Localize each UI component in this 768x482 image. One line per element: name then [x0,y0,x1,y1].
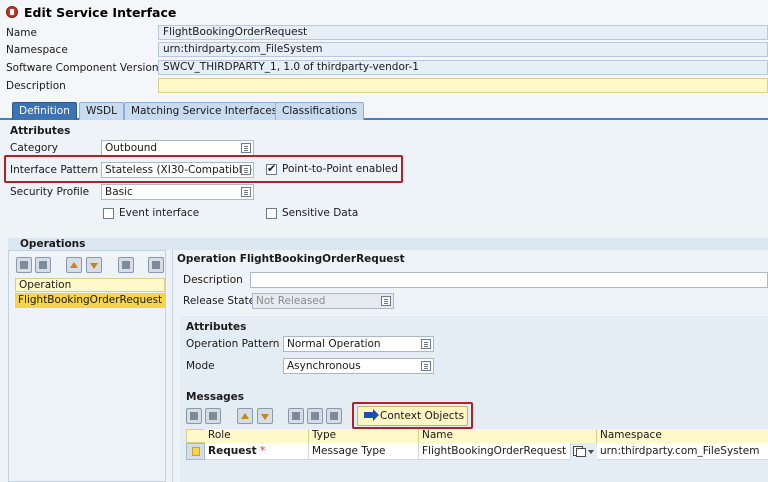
release-state-select: Not Released [252,293,394,309]
op-attributes-title: Attributes [186,321,247,333]
mode-select[interactable]: Asynchronous [283,358,434,374]
event-interface-checkbox[interactable] [103,208,114,219]
mode-value: Asynchronous [287,360,361,372]
cut-icon[interactable] [288,408,304,424]
release-state-value: Not Released [256,295,326,307]
move-up-icon[interactable] [66,257,82,273]
role-column-header[interactable]: Role [205,429,309,443]
value-help-icon[interactable] [241,187,251,197]
operation-column-header[interactable]: Operation [15,278,165,292]
required-marker: * [259,445,266,457]
message-type-cell[interactable]: Message Type [309,443,419,460]
category-label: Category [10,142,58,154]
name-field[interactable]: FlightBookingOrderRequest [158,25,768,40]
operation-row[interactable]: FlightBookingOrderRequest [15,293,165,308]
category-select[interactable]: Outbound [101,140,254,156]
name-label: Name [6,27,37,39]
security-profile-value: Basic [105,186,133,198]
move-down-icon[interactable] [86,257,102,273]
op-pattern-label: Operation Pattern [186,338,280,350]
operation-detail-title: Operation FlightBookingOrderRequest [177,253,405,265]
attributes-title: Attributes [10,125,71,137]
message-role-cell[interactable]: Request * [205,443,309,460]
value-help-icon [381,296,391,306]
operations-header [8,238,768,250]
copy-icon[interactable] [307,408,323,424]
operation-settings-icon[interactable] [148,257,164,273]
type-column-header[interactable]: Type [309,429,419,443]
op-description-label: Description [183,274,243,286]
tab-classifications[interactable]: Classifications [275,102,364,120]
delete-message-icon[interactable] [205,408,221,424]
context-objects-label: Context Objects [380,410,465,422]
value-help-icon[interactable] [241,165,251,175]
tab-strip: Definition WSDL Matching Service Interfa… [0,100,768,120]
message-role: Request [208,445,257,457]
namespace-label: Namespace [6,44,68,56]
tab-wsdl[interactable]: WSDL [79,102,124,120]
value-help-icon[interactable] [421,361,431,371]
release-state-label: Release State [183,295,256,307]
delete-row-icon[interactable] [35,257,51,273]
namespace-field[interactable]: urn:thirdparty.com_FileSystem [158,42,768,57]
p2p-label: Point-to-Point enabled [282,163,399,175]
op-description-field[interactable] [250,272,768,288]
operations-title: Operations [20,238,86,250]
description-field[interactable] [158,78,768,93]
row-selector[interactable] [186,443,205,460]
security-profile-label: Security Profile [10,186,90,198]
description-label: Description [6,80,66,92]
tab-definition[interactable]: Definition [12,102,77,120]
namespace-column-header[interactable]: Namespace [597,429,768,443]
op-pattern-value: Normal Operation [287,338,381,350]
message-namespace-cell[interactable]: urn:thirdparty.com_FileSystem [597,443,768,460]
p2p-checkbox[interactable] [266,162,277,175]
event-interface-label: Event interface [119,207,200,219]
window-title: Edit Service Interface [24,5,177,20]
name-column-header[interactable]: Name [419,429,597,443]
mode-label: Mode [186,360,215,372]
messages-title: Messages [186,391,245,403]
sensitive-data-checkbox[interactable] [266,208,277,219]
context-objects-button[interactable]: Context Objects [357,406,468,426]
tab-matching-service-interfaces[interactable]: Matching Service Interfaces [124,102,285,120]
category-value: Outbound [105,142,158,154]
message-name-cell[interactable]: FlightBookingOrderRequest [419,443,571,460]
interface-pattern-select[interactable]: Stateless (XI30-Compatible) [101,162,254,178]
paste-icon[interactable] [326,408,342,424]
value-help-icon[interactable] [421,339,431,349]
object-picker-icon[interactable] [573,446,594,457]
insert-row-icon[interactable] [16,257,32,273]
interface-pattern-label: Interface Pattern [10,164,99,176]
copy-icon[interactable] [118,257,134,273]
op-pattern-select[interactable]: Normal Operation [283,336,434,352]
insert-message-icon[interactable] [186,408,202,424]
edit-object-icon [6,6,18,18]
sensitive-data-label: Sensitive Data [282,207,359,219]
security-profile-select[interactable]: Basic [101,184,254,200]
swcv-label: Software Component Version [6,62,159,74]
arrow-right-icon [364,409,379,421]
move-down-icon[interactable] [257,408,273,424]
move-up-icon[interactable] [237,408,253,424]
interface-pattern-value: Stateless (XI30-Compatible) [105,164,253,176]
row-marker-icon [192,447,200,456]
title-bar: Edit Service Interface [0,0,768,24]
swcv-field[interactable]: SWCV_THIRDPARTY_1, 1.0 of thirdparty-ven… [158,60,768,75]
value-help-icon[interactable] [241,143,251,153]
